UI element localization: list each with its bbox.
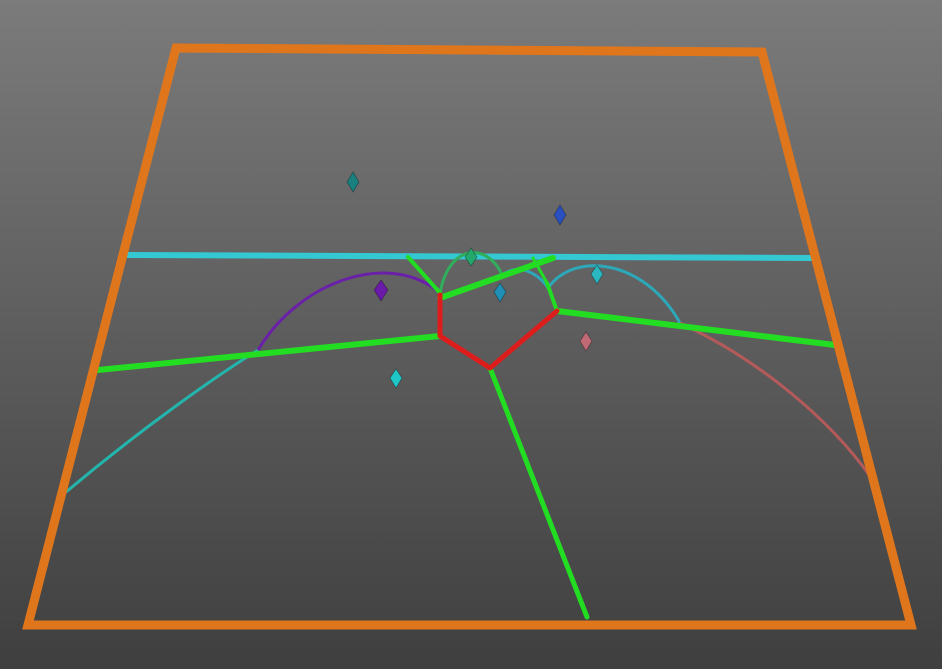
background: [0, 0, 942, 669]
scene-canvas[interactable]: [0, 0, 942, 669]
voronoi-3d-viewport[interactable]: [0, 0, 942, 669]
